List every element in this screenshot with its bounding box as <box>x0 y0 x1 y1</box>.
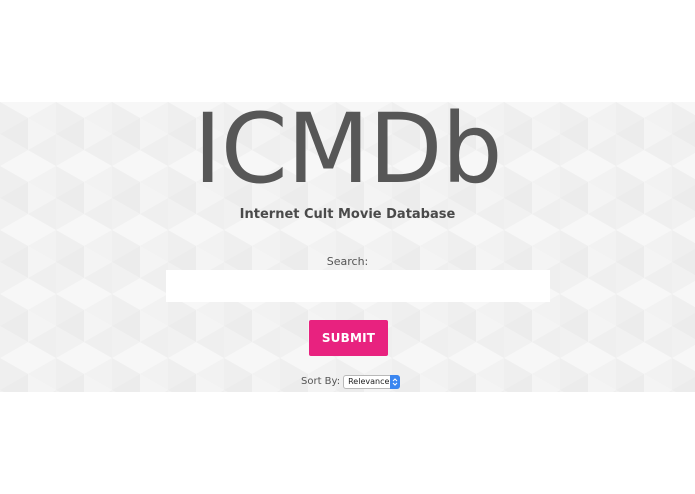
sort-row: Sort By: Relevance <box>301 374 401 389</box>
sort-selected-value: Relevance <box>348 376 390 386</box>
search-label: Search: <box>326 255 369 268</box>
sort-select[interactable]: Relevance <box>343 374 401 389</box>
updown-chevron-icon <box>390 374 401 389</box>
tagline: Internet Cult Movie Database <box>239 207 456 222</box>
logo: ICMDb <box>193 93 502 205</box>
search-input[interactable] <box>166 270 550 302</box>
sort-label: Sort By: <box>301 376 341 387</box>
submit-button[interactable]: SUBMIT <box>309 320 388 356</box>
page: ICMDb Internet Cult Movie Database Searc… <box>0 0 695 494</box>
